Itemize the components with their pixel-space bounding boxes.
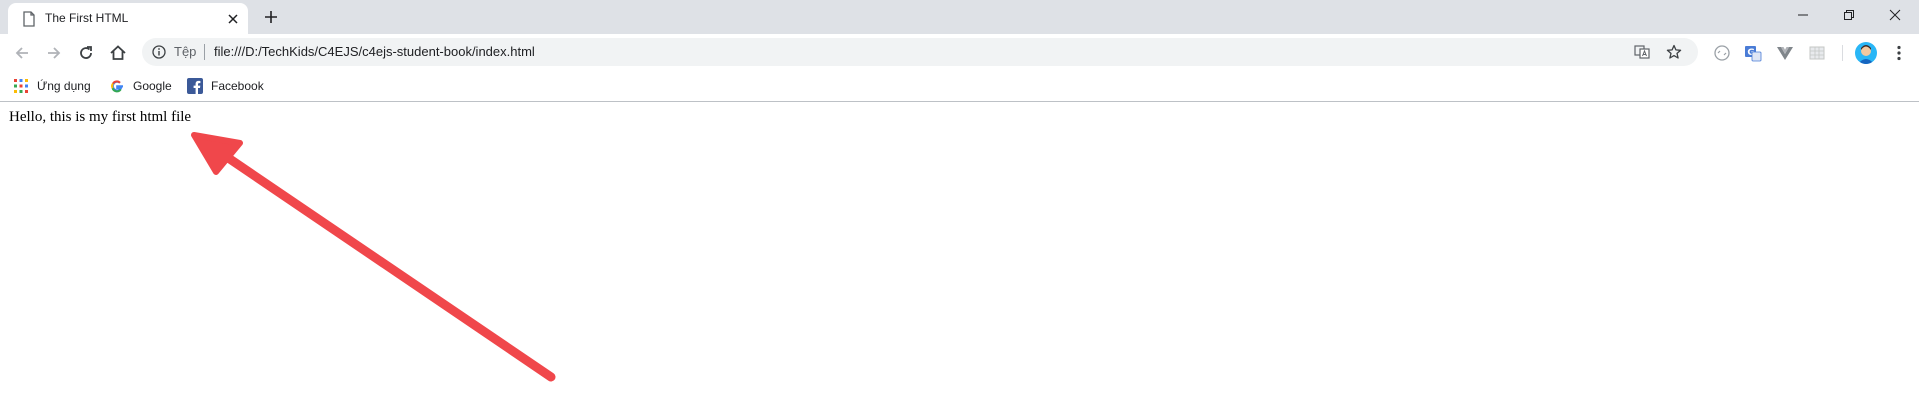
annotation-arrow xyxy=(191,132,556,382)
browser-window: The First HTML Tệp file:///D:/TechKids/C… xyxy=(0,0,1919,409)
